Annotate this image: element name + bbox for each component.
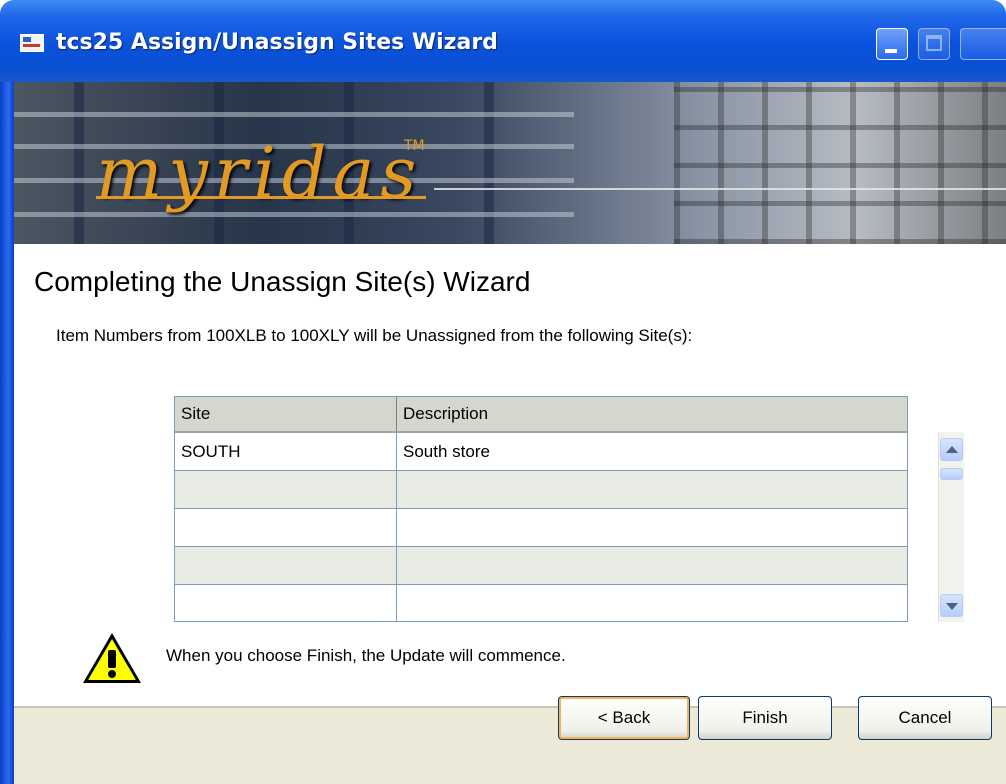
scroll-down-button[interactable] [940,594,963,617]
back-button[interactable]: < Back [558,696,690,740]
cancel-button[interactable]: Cancel [858,696,992,740]
cell-site[interactable] [175,547,397,584]
scroll-up-button[interactable] [940,438,963,461]
wizard-window: tcs25 Assign/Unassign Sites Wizard myrid… [0,0,1006,784]
cell-site[interactable]: SOUTH [175,433,397,470]
instruction-text: Item Numbers from 100XLB to 100XLY will … [56,326,693,345]
column-header-site[interactable]: Site [175,397,397,431]
warning-icon [83,633,141,683]
scroll-thumb[interactable] [940,468,963,480]
cell-description[interactable] [397,547,907,584]
table-row[interactable] [175,471,907,509]
cell-description[interactable]: South store [397,433,907,470]
finish-button-label: Finish [742,708,788,727]
window-frame-left [0,82,14,784]
warning-message: When you choose Finish, the Update will … [166,646,566,665]
myridas-logo: myridas [96,132,423,214]
chevron-down-icon [946,603,958,610]
cell-description[interactable] [397,471,907,508]
cell-site[interactable] [175,509,397,546]
sites-grid[interactable]: Site Description SOUTH South store [174,396,908,622]
app-icon [20,34,44,52]
title-bar[interactable]: tcs25 Assign/Unassign Sites Wizard [0,0,1006,82]
maximize-icon [926,35,942,51]
window-title: tcs25 Assign/Unassign Sites Wizard [56,30,498,55]
trademark-mark: TM [404,138,425,154]
warehouse-rack [674,82,1006,244]
table-row[interactable] [175,585,907,622]
banner-rule [434,188,1006,190]
logo-underline [96,196,426,199]
cell-site[interactable] [175,471,397,508]
grid-header: Site Description [175,397,907,433]
shelf-post [74,82,84,244]
cancel-button-label: Cancel [898,708,952,727]
table-row[interactable] [175,547,907,585]
chevron-up-icon [946,446,958,453]
cell-description[interactable] [397,585,907,622]
grid-vertical-scrollbar[interactable] [938,432,964,622]
table-row[interactable]: SOUTH South store [175,433,907,471]
shelf-line [14,112,574,117]
minimize-button[interactable] [876,28,908,60]
shelf-post [484,82,494,244]
page-title: Completing the Unassign Site(s) Wizard [34,266,531,297]
cell-description[interactable] [397,509,907,546]
banner-image: myridas TM [14,82,1006,244]
cell-site[interactable] [175,585,397,622]
close-button[interactable] [960,28,1006,60]
maximize-button[interactable] [918,28,950,60]
finish-button[interactable]: Finish [698,696,832,740]
column-header-description[interactable]: Description [397,397,907,431]
back-button-label: < Back [597,708,651,727]
minimize-icon [885,49,897,53]
table-row[interactable] [175,509,907,547]
